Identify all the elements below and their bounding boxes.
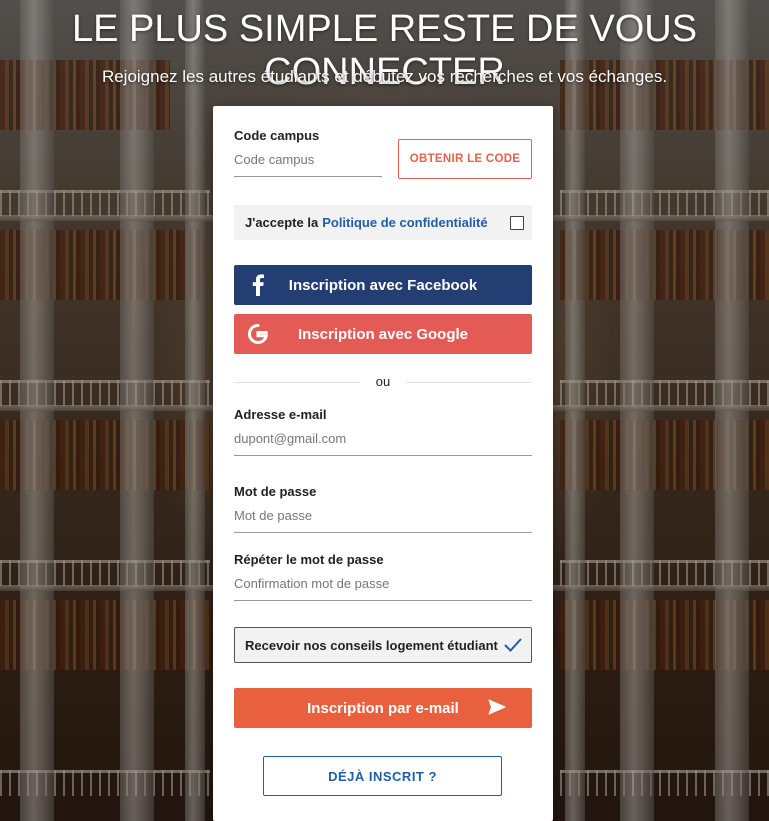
password-field[interactable]: Mot de passe [234, 508, 532, 533]
google-signup-label: Inscription avec Google [297, 325, 469, 343]
email-signup-label: Inscription par e-mail [307, 699, 459, 717]
password-label: Mot de passe [234, 484, 317, 499]
get-code-button[interactable]: OBTENIR LE CODE [398, 139, 532, 179]
send-icon [488, 699, 506, 719]
checkmark-icon[interactable] [503, 636, 523, 657]
campus-code-label: Code campus [234, 128, 320, 143]
campus-code-input[interactable]: Code campus [234, 152, 382, 177]
google-icon [246, 322, 270, 346]
privacy-consent-checkbox[interactable] [510, 216, 524, 230]
email-label: Adresse e-mail [234, 407, 327, 422]
privacy-consent-row[interactable]: J'accepte la Politique de confidentialit… [234, 205, 532, 240]
email-field[interactable]: dupont@gmail.com [234, 431, 532, 456]
or-divider: ou [234, 374, 532, 390]
facebook-signup-label: Inscription avec Facebook [288, 276, 478, 294]
password-repeat-field[interactable]: Confirmation mot de passe [234, 576, 532, 601]
consent-prefix: J'accepte la [245, 215, 319, 230]
google-signup-button[interactable]: Inscription avec Google [234, 314, 532, 354]
privacy-policy-link[interactable]: Politique de confidentialité [322, 215, 487, 230]
already-registered-button[interactable]: DÉJÀ INSCRIT ? [263, 756, 502, 796]
facebook-signup-button[interactable]: Inscription avec Facebook [234, 265, 532, 305]
newsletter-label: Recevoir nos conseils logement étudiant [245, 637, 498, 653]
signup-card: Code campus Code campus OBTENIR LE CODE … [213, 106, 553, 821]
password-repeat-label: Répéter le mot de passe [234, 552, 384, 567]
email-signup-button[interactable]: Inscription par e-mail [234, 688, 532, 728]
newsletter-opt-in[interactable]: Recevoir nos conseils logement étudiant [234, 627, 532, 663]
page-subtitle: Rejoignez les autres étudiants et débute… [101, 67, 668, 86]
facebook-icon [246, 273, 270, 297]
